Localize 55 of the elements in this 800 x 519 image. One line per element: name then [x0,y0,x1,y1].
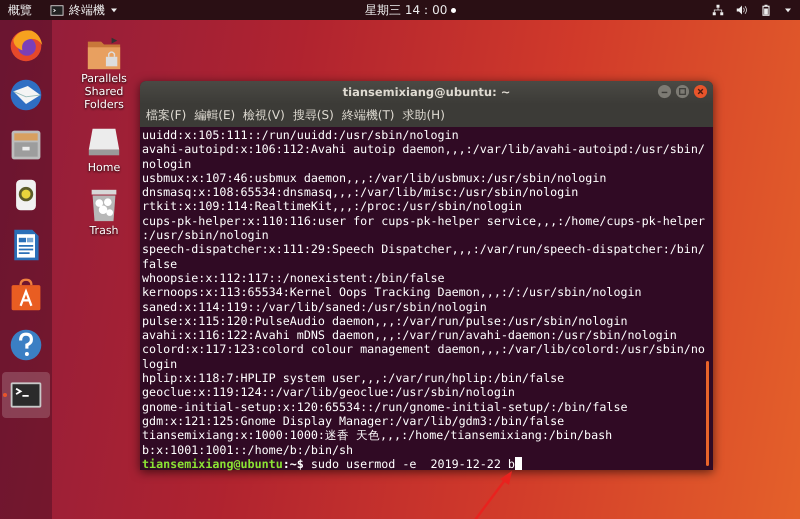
desktop-icon-label[interactable]: Parallels Shared Folders [72,72,136,111]
network-icon[interactable] [712,4,724,16]
window-title: tiansemixiang@ubuntu: ~ [342,85,510,99]
terminal-line: pulse:x:115:120:PulseAudio daemon,,,:/var/run/pulse:/usr/sbin/nologin [142,314,628,328]
terminal-line: kernoops:x:113:65534:Kernel Oops Tracking Daemon,,,:/:/usr/sbin/nologin [142,285,642,300]
terminal-line: false [142,256,178,271]
terminal-line: usbmux:x:107:46:usbmux daemon,,,:/var/lib/usbmux:/usr/sbin/nologin [142,170,606,186]
terminal-line: dnsmasq:x:108:65534:dnsmasq,,,:/var/lib/misc:/usr/sbin/nologin [142,185,578,200]
help-icon [8,327,44,363]
terminal-line: rtkit:x:109:114:RealtimeKit,,,:/proc:/usr/sbin/nologin [142,199,522,214]
menu-item[interactable]: 編輯(E) [190,106,240,124]
clock[interactable]: 星期三 14：00 [365,2,448,18]
caret-icon[interactable] [784,7,792,13]
menu-item[interactable]: 檢視(V) [239,106,289,124]
menu-item[interactable]: 求助(H) [398,106,449,124]
terminal-icon [50,4,64,16]
terminal-line: login [142,356,178,372]
desktop-icon-label[interactable]: Home [72,161,136,174]
minimize-icon[interactable] [657,84,672,99]
volume-icon[interactable] [736,4,748,16]
menu-item[interactable]: 檔案(F) [142,106,190,124]
close-icon[interactable] [693,84,708,99]
app-menu[interactable]: 終端機 [48,2,120,18]
terminal-line: saned:x:114:119::/var/lib/saned:/usr/sbin/nologin [142,300,487,314]
terminal-line: avahi-autoipd:x:106:112:Avahi autoip daemon,,,:/var/lib/avahi-autoipd:/usr/sbin/ [142,142,705,157]
mail-icon [8,77,44,113]
terminal-line: gnome-initial-setup:x:120:65534::/run/gnome-initial-setup/:/bin/false [142,400,628,414]
menu-item[interactable]: 搜尋(S) [288,106,338,124]
terminal-line: tiansemixiang:x:1000:1000:迷香 天色,,,:/home/tiansemixiang:/bin/bash [142,428,612,443]
prompt-path: :~$ [282,456,304,472]
command-text: sudo usermod -e 2019-12-22 b [310,456,515,472]
terminal-line: b:x:1001:1001::/home/b:/bin/sh [142,442,354,457]
terminal-line: whoopsie:x:112:117::/nonexistent:/bin/false [142,270,445,286]
terminal-line: uuidd:x:105:111::/run/uuidd:/usr/sbin/nologin [142,128,459,142]
caret-icon [110,7,118,13]
running-indicator-icon [3,393,7,397]
menu-item[interactable]: 終端機(T) [338,106,398,124]
activities-button[interactable]: 概覽 [6,2,34,18]
dock-item[interactable] [2,372,50,418]
terminal-line: hplip:x:118:7:HPLIP system user,,,:/var/run/hplip:/bin/false [142,371,564,386]
maximize-icon[interactable] [675,84,690,99]
terminal-line: avahi:x:116:122:Avahi mDNS daemon,,,:/var/run/avahi-daemon:/usr/sbin/nologin [142,328,677,342]
terminal-line: gdm:x:121:125:Gnome Display Manager:/var/lib/gdm3:/bin/false [142,414,564,428]
text-cursor-icon [514,457,522,470]
prompt-user: tiansemixiang@ubuntu [142,456,283,472]
scrollbar[interactable] [706,361,709,466]
notification-dot-icon [451,8,456,12]
desktop-icon-label[interactable]: Trash [72,224,136,237]
terminal-line: :/usr/sbin/nologin [142,228,269,242]
terminal-line: cups-pk-helper:x:110:116:user for cups-pk-helper service,,,:/home/cups-pk-helper [142,214,705,228]
terminal-line: nologin [142,156,192,171]
battery-icon[interactable] [760,4,772,16]
terminal-line: speech-dispatcher:x:111:29:Speech Dispatcher,,,:/var/run/speech-dispatcher:/bin/ [142,242,705,257]
terminal-line: colord:x:117:123:colord colour management daemon,,,:/var/lib/colord:/usr/sbin/no [142,342,705,357]
terminal-line: geoclue:x:119:124::/var/lib/geoclue:/usr/sbin/nologin [142,385,515,400]
